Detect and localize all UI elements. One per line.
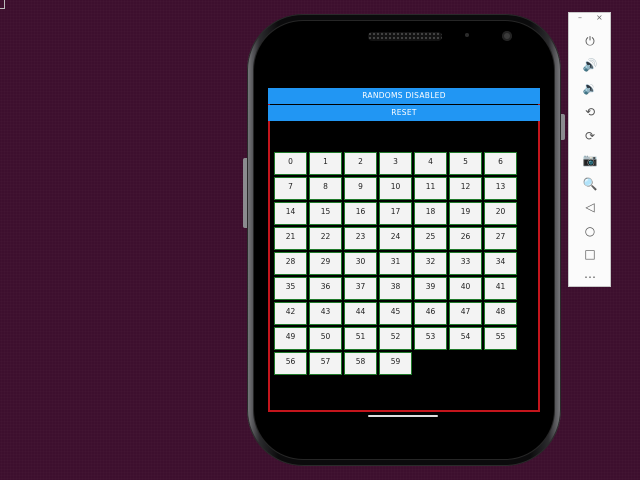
minimize-icon[interactable]: – [578, 13, 582, 23]
grid-cell[interactable]: 26 [449, 227, 482, 250]
grid-cell[interactable]: 49 [274, 327, 307, 350]
grid-cell[interactable]: 57 [309, 352, 342, 375]
back-icon[interactable]: ◁ [579, 199, 601, 215]
grid-cell[interactable]: 13 [484, 177, 517, 200]
grid-cell[interactable]: 8 [309, 177, 342, 200]
grid-cell[interactable]: 51 [344, 327, 377, 350]
grid-cell[interactable]: 48 [484, 302, 517, 325]
grid-cell[interactable]: 58 [344, 352, 377, 375]
grid-cell[interactable]: 54 [449, 327, 482, 350]
grid-cell[interactable]: 16 [344, 202, 377, 225]
volume-down-icon[interactable]: 🔉 [579, 80, 601, 96]
grid-cell[interactable]: 15 [309, 202, 342, 225]
grid-cell[interactable]: 9 [344, 177, 377, 200]
grid-cell[interactable]: 21 [274, 227, 307, 250]
grid-cell[interactable]: 31 [379, 252, 412, 275]
grid-cell[interactable]: 33 [449, 252, 482, 275]
grid-cell[interactable]: 59 [379, 352, 412, 375]
zoom-icon[interactable]: 🔍 [579, 176, 601, 192]
grid-cell[interactable]: 3 [379, 152, 412, 175]
more-icon[interactable]: ⋯ [579, 269, 601, 285]
gesture-home-bar[interactable] [368, 415, 438, 417]
grid-cell[interactable]: 29 [309, 252, 342, 275]
camera-icon[interactable]: 📷 [579, 152, 601, 168]
grid-cell[interactable]: 10 [379, 177, 412, 200]
grid-cell[interactable]: 23 [344, 227, 377, 250]
grid-cell[interactable]: 55 [484, 327, 517, 350]
grid-cell[interactable]: 41 [484, 277, 517, 300]
close-icon[interactable]: × [596, 13, 603, 23]
rotate-left-icon[interactable]: ⟲ [579, 104, 601, 120]
grid-cell[interactable]: 28 [274, 252, 307, 275]
grid-cell[interactable]: 36 [309, 277, 342, 300]
grid-cell[interactable]: 43 [309, 302, 342, 325]
grid-cell[interactable]: 37 [344, 277, 377, 300]
reset-button[interactable]: RESET [268, 105, 540, 121]
grid-cell[interactable]: 22 [309, 227, 342, 250]
grid-cell[interactable]: 52 [379, 327, 412, 350]
volume-up-icon[interactable]: 🔊 [579, 57, 601, 73]
grid-cell[interactable]: 7 [274, 177, 307, 200]
grid-cell[interactable]: 25 [414, 227, 447, 250]
grid-cell[interactable]: 38 [379, 277, 412, 300]
grid-cell[interactable]: 27 [484, 227, 517, 250]
grid-cell[interactable]: 1 [309, 152, 342, 175]
grid-cell[interactable]: 50 [309, 327, 342, 350]
grid-cell[interactable]: 17 [379, 202, 412, 225]
app-screen: RANDOMS DISABLED RESET 0 1 2 3 4 5 6 7 8 9 10 11 12 1… [268, 88, 540, 412]
front-camera-icon [502, 31, 512, 41]
grid-cell[interactable]: 14 [274, 202, 307, 225]
grid-cell[interactable]: 45 [379, 302, 412, 325]
grid-cell[interactable]: 34 [484, 252, 517, 275]
grid-cell[interactable]: 11 [414, 177, 447, 200]
home-icon[interactable]: ○ [579, 223, 601, 239]
grid-cell[interactable]: 30 [344, 252, 377, 275]
grid-cell[interactable]: 35 [274, 277, 307, 300]
grid-cell[interactable]: 53 [414, 327, 447, 350]
grid-cell[interactable]: 24 [379, 227, 412, 250]
earpiece-speaker [368, 32, 442, 41]
grid-cell[interactable]: 12 [449, 177, 482, 200]
rotate-right-icon[interactable]: ⟳ [579, 128, 601, 144]
grid-cell[interactable]: 18 [414, 202, 447, 225]
grid-cell[interactable]: 40 [449, 277, 482, 300]
phone-power-key [561, 114, 565, 140]
grid-cell[interactable]: 2 [344, 152, 377, 175]
grid-cell[interactable]: 5 [449, 152, 482, 175]
grid-cell[interactable]: 32 [414, 252, 447, 275]
proximity-sensor [465, 33, 469, 37]
randoms-toggle-button[interactable]: RANDOMS DISABLED [268, 88, 540, 104]
grid-cell[interactable]: 20 [484, 202, 517, 225]
desktop-corner-fragment [0, 0, 5, 9]
emulator-toolbar: – × ⏻ 🔊 🔉 ⟲ ⟳ 📷 🔍 ◁ ○ □ ⋯ [568, 12, 611, 287]
grid-cell[interactable]: 39 [414, 277, 447, 300]
power-icon[interactable]: ⏻ [579, 33, 601, 49]
grid-cell[interactable]: 44 [344, 302, 377, 325]
grid-cell[interactable]: 19 [449, 202, 482, 225]
grid-cell[interactable]: 0 [274, 152, 307, 175]
grid-cell[interactable]: 46 [414, 302, 447, 325]
overview-icon[interactable]: □ [579, 246, 601, 262]
grid-cell[interactable]: 4 [414, 152, 447, 175]
grid-cell[interactable]: 56 [274, 352, 307, 375]
grid-cell[interactable]: 47 [449, 302, 482, 325]
grid-cell[interactable]: 6 [484, 152, 517, 175]
grid-cell[interactable]: 42 [274, 302, 307, 325]
